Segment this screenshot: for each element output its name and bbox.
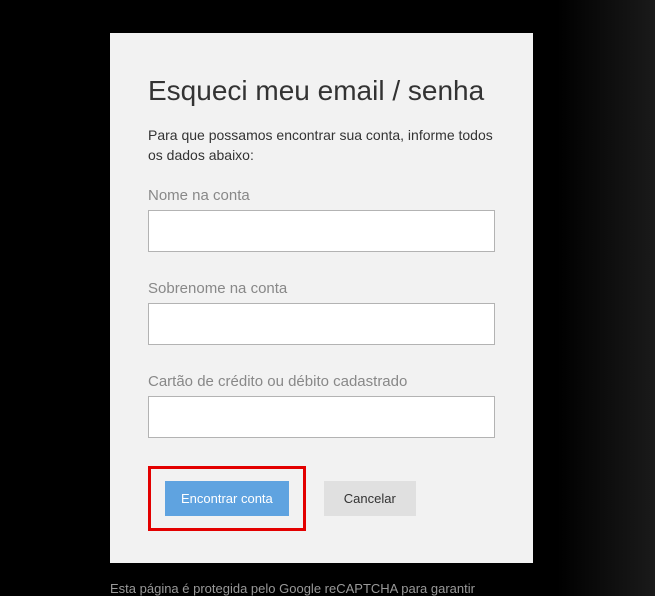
first-name-group: Nome na conta — [148, 187, 495, 252]
page-title: Esqueci meu email / senha — [148, 73, 495, 108]
first-name-input[interactable] — [148, 210, 495, 252]
find-account-button[interactable]: Encontrar conta — [165, 481, 289, 516]
last-name-label: Sobrenome na conta — [148, 280, 495, 297]
instructions-text: Para que possamos encontrar sua conta, i… — [148, 126, 495, 165]
forgot-credentials-card: Esqueci meu email / senha Para que possa… — [110, 33, 533, 563]
card-group: Cartão de crédito ou débito cadastrado — [148, 373, 495, 438]
button-row: Encontrar conta Cancelar — [148, 466, 495, 531]
cancel-button[interactable]: Cancelar — [324, 481, 416, 516]
highlight-annotation: Encontrar conta — [148, 466, 306, 531]
recaptcha-notice: Esta página é protegida pelo Google reCA… — [110, 577, 533, 596]
first-name-label: Nome na conta — [148, 187, 495, 204]
last-name-group: Sobrenome na conta — [148, 280, 495, 345]
last-name-input[interactable] — [148, 303, 495, 345]
card-input[interactable] — [148, 396, 495, 438]
card-label: Cartão de crédito ou débito cadastrado — [148, 373, 495, 390]
